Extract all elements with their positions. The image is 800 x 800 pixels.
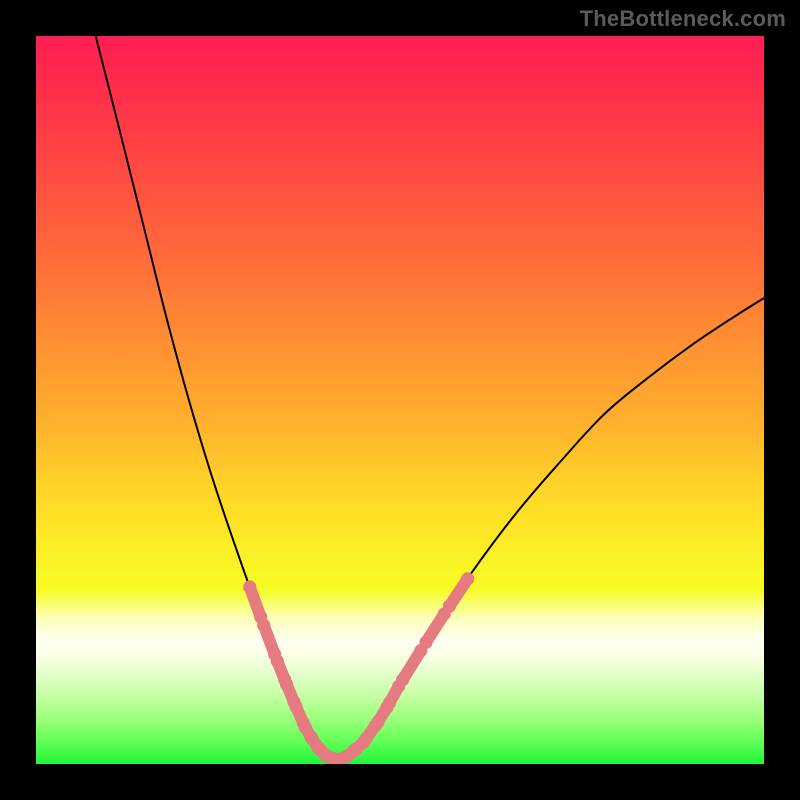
chart-svg bbox=[36, 36, 764, 764]
highlight-dot bbox=[289, 700, 302, 713]
plot-area bbox=[36, 36, 764, 764]
highlight-dot bbox=[371, 716, 384, 729]
highlight-dot bbox=[280, 678, 293, 691]
highlight-dot bbox=[383, 696, 396, 709]
highlight-dot bbox=[271, 654, 284, 667]
highlight-dot bbox=[243, 580, 256, 593]
highlight-dot bbox=[443, 600, 456, 613]
highlight-dot bbox=[257, 619, 270, 632]
highlight-overlay bbox=[243, 572, 474, 764]
highlight-dot bbox=[396, 673, 409, 686]
highlight-dot bbox=[461, 572, 474, 585]
chart-stage: TheBottleneck.com bbox=[0, 0, 800, 800]
bottleneck-curve bbox=[96, 36, 764, 760]
watermark-text: TheBottleneck.com bbox=[580, 6, 786, 32]
highlight-dot bbox=[360, 732, 373, 745]
highlight-dot bbox=[419, 636, 432, 649]
